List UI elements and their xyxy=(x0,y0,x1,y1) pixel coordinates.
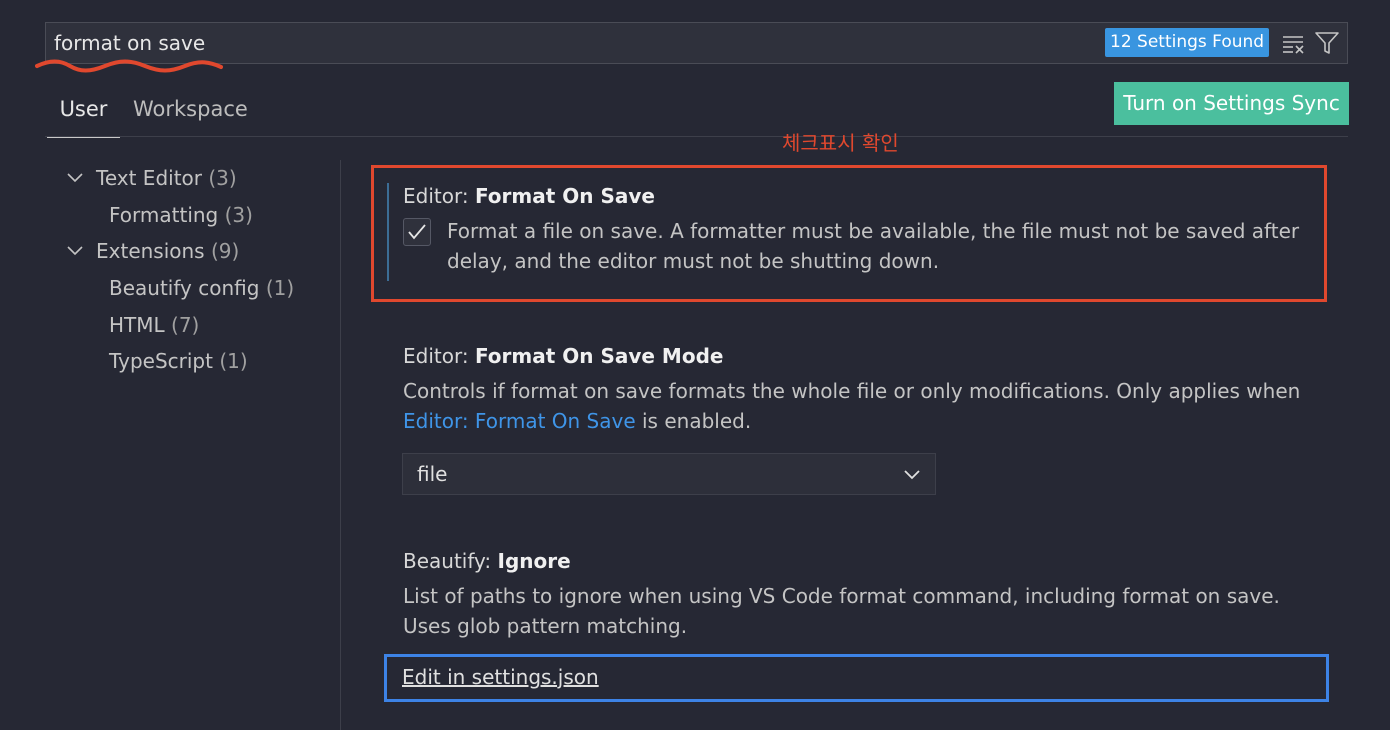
setting-category: Editor: xyxy=(403,184,475,208)
checkmark-icon xyxy=(408,224,426,240)
toc-label: Text Editor xyxy=(96,166,202,190)
format-on-save-link[interactable]: Editor: Format On Save xyxy=(403,409,636,433)
chevron-down-icon xyxy=(67,173,83,183)
results-count-badge: 12 Settings Found xyxy=(1105,28,1270,57)
select-value: file xyxy=(417,462,448,486)
setting-name: Format On Save Mode xyxy=(474,344,724,368)
toc-count: (9) xyxy=(210,239,240,263)
toc-label: Extensions xyxy=(96,239,205,263)
setting-category: Editor: xyxy=(403,344,475,368)
turn-on-settings-sync-button[interactable]: Turn on Settings Sync xyxy=(1114,82,1349,125)
description-text: is enabled. xyxy=(635,409,752,433)
toc-label: TypeScript xyxy=(109,349,213,373)
setting-title-format-on-save-mode: Editor: Format On Save Mode xyxy=(403,344,723,368)
toc-item-html[interactable]: HTML (7) xyxy=(109,311,199,339)
tab-workspace[interactable]: Workspace xyxy=(133,90,248,136)
settings-search-box[interactable]: 12 Settings Found xyxy=(45,22,1348,64)
setting-title-beautify-ignore: Beautify: Ignore xyxy=(403,549,571,573)
toc-label: HTML xyxy=(109,313,165,337)
setting-description: Format a file on save. A formatter must … xyxy=(447,219,1300,273)
setting-description: Controls if format on save formats the w… xyxy=(403,376,1323,436)
toc-count: (1) xyxy=(219,349,248,373)
description-text: Controls if format on save formats the w… xyxy=(403,379,1301,403)
toc-label: Beautify config xyxy=(109,276,260,300)
edit-in-settings-json-link[interactable]: Edit in settings.json xyxy=(402,665,599,689)
setting-name: Ignore xyxy=(497,549,571,573)
toc-count: (1) xyxy=(265,276,295,300)
filter-icon[interactable] xyxy=(1314,30,1340,56)
clear-filter-icon[interactable] xyxy=(1281,30,1307,56)
toc-item-formatting[interactable]: Formatting (3) xyxy=(109,201,253,229)
sidebar-divider xyxy=(340,160,341,730)
toc-item-typescript[interactable]: TypeScript (1) xyxy=(109,347,248,375)
setting-name: Format On Save xyxy=(474,184,655,208)
annotation-note: 체크표시 확인 xyxy=(782,131,899,155)
toc-item-text-editor[interactable]: Text Editor (3) xyxy=(67,164,237,192)
toc-count: (3) xyxy=(224,203,253,227)
setting-title-format-on-save: Editor: Format On Save xyxy=(403,184,655,208)
tabs-divider xyxy=(45,136,1348,137)
setting-description: List of paths to ignore when using VS Co… xyxy=(403,584,1280,638)
toc-count: (3) xyxy=(208,166,237,190)
toc-item-extensions[interactable]: Extensions (9) xyxy=(67,237,240,265)
format-on-save-checkbox[interactable] xyxy=(403,218,431,246)
toc-label: Formatting xyxy=(109,203,219,227)
chevron-down-icon xyxy=(904,470,920,480)
squiggle-underline-annotation xyxy=(35,59,223,73)
toc-item-beautify-config[interactable]: Beautify config (1) xyxy=(109,274,294,302)
chevron-down-icon xyxy=(67,246,83,256)
toc-count: (7) xyxy=(171,313,200,337)
setting-focus-indicator xyxy=(387,183,389,281)
format-on-save-mode-select[interactable]: file xyxy=(402,453,936,495)
search-input[interactable] xyxy=(54,30,1094,56)
setting-category: Beautify: xyxy=(403,549,498,573)
tab-user[interactable]: User xyxy=(47,90,120,138)
